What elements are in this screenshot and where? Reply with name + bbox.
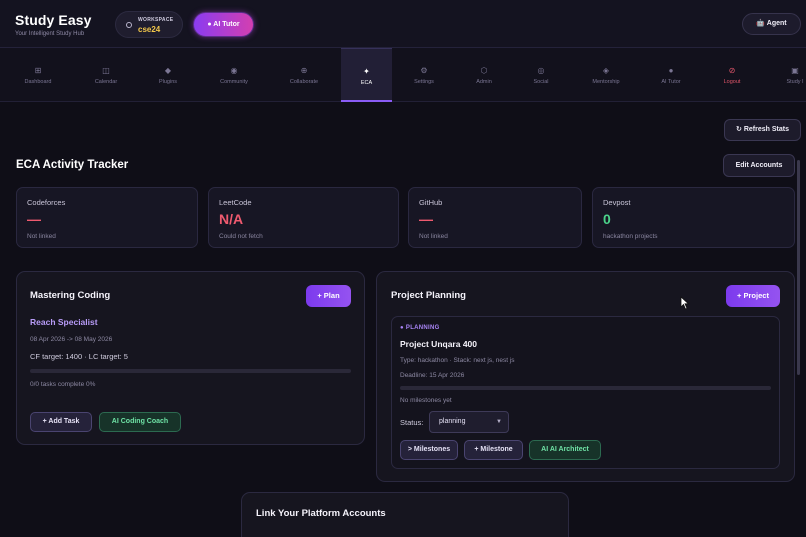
add-task-button[interactable]: + Add Task bbox=[30, 412, 92, 432]
stat-value: 0 bbox=[603, 211, 611, 227]
admin-icon: ⬡ bbox=[480, 66, 488, 75]
stat-card-github: GitHub — Not linked bbox=[408, 187, 582, 248]
tab-label: AI Tutor bbox=[661, 79, 681, 85]
stat-sub: Not linked bbox=[27, 233, 56, 240]
tab-label: Logout bbox=[723, 79, 741, 85]
ai-tutor-button[interactable]: ● AI Tutor bbox=[193, 12, 254, 37]
tab-community[interactable]: ◉ Community bbox=[208, 48, 260, 102]
link-accounts-panel: Link Your Platform Accounts bbox=[241, 492, 569, 537]
study-i-icon: ▣ bbox=[791, 66, 799, 75]
collaborate-icon: ⊕ bbox=[300, 66, 308, 75]
project-deadline: Deadline: 15 Apr 2026 bbox=[400, 372, 465, 379]
tab-label: Social bbox=[533, 79, 549, 85]
ai-architect-button[interactable]: AI AI Architect bbox=[529, 440, 601, 460]
ai-coding-coach-button[interactable]: AI Coding Coach bbox=[99, 412, 181, 432]
stat-value: — bbox=[419, 211, 433, 227]
tab-social[interactable]: ◎ Social bbox=[518, 48, 564, 102]
stat-name: LeetCode bbox=[219, 198, 252, 207]
page-title: ECA Activity Tracker bbox=[16, 159, 129, 171]
status-badge: ● PLANNING bbox=[400, 325, 440, 331]
project-meta: Type: hackathon · Stack: next js, nest j… bbox=[400, 357, 515, 364]
tab-logout[interactable]: ⊘ Logout bbox=[708, 48, 756, 102]
workspace-icon bbox=[126, 22, 132, 28]
tab-mentorship[interactable]: ◈ Mentorship bbox=[580, 48, 632, 102]
tab-label: Mentorship bbox=[592, 79, 620, 85]
scrollbar[interactable] bbox=[797, 160, 800, 375]
stat-name: GitHub bbox=[419, 198, 443, 207]
coding-progress-bar bbox=[30, 369, 351, 373]
tab-label: Dashboard bbox=[24, 79, 52, 85]
coding-targets: CF target: 1400 · LC target: 5 bbox=[30, 352, 128, 361]
tab-ai-tutor[interactable]: ● AI Tutor bbox=[647, 48, 695, 102]
main-nav: ⊞ Dashboard ◫ Calendar ◆ Plugins ◉ Community ⊕ Co… bbox=[0, 48, 806, 102]
stat-card-leetcode: LeetCode N/A Could not fetch bbox=[208, 187, 399, 248]
community-icon: ◉ bbox=[230, 66, 238, 75]
eca-icon: ✦ bbox=[363, 67, 370, 76]
tab-label: Collaborate bbox=[289, 79, 319, 85]
coding-progress-text: 0/0 tasks complete 0% bbox=[30, 381, 96, 388]
chevron-down-icon: ▼ bbox=[496, 419, 502, 425]
refresh-stats-button[interactable]: ↻ Refresh Stats bbox=[724, 119, 801, 141]
tab-label: Study I bbox=[786, 79, 804, 85]
tab-label: ECA bbox=[360, 80, 373, 86]
stat-card-codeforces: Codeforces — Not linked bbox=[16, 187, 198, 248]
mentorship-icon: ◈ bbox=[602, 66, 610, 75]
link-accounts-title: Link Your Platform Accounts bbox=[256, 508, 386, 519]
add-plan-button[interactable]: + Plan bbox=[306, 285, 351, 307]
brand-subtitle: Your Intelligent Study Hub bbox=[15, 31, 85, 37]
tab-plugins[interactable]: ◆ Plugins bbox=[146, 48, 190, 102]
tab-study-i[interactable]: ▣ Study I bbox=[775, 48, 806, 102]
tab-settings[interactable]: ⚙ Settings bbox=[400, 48, 448, 102]
tab-label: Calendar bbox=[94, 79, 118, 85]
stat-value: — bbox=[27, 211, 41, 227]
plugins-icon: ◆ bbox=[164, 66, 172, 75]
add-milestone-button[interactable]: + Milestone bbox=[464, 440, 523, 460]
add-project-button[interactable]: + Project bbox=[726, 285, 780, 307]
agent-button[interactable]: 🤖 Agent bbox=[742, 13, 801, 35]
tab-label: Admin bbox=[476, 79, 492, 85]
tab-eca[interactable]: ✦ ECA bbox=[341, 48, 392, 102]
milestones-text: No milestones yet bbox=[400, 397, 452, 404]
tab-collaborate[interactable]: ⊕ Collaborate bbox=[278, 48, 330, 102]
workspace-label: WORKSPACE bbox=[138, 17, 174, 23]
status-select-value: planning bbox=[439, 418, 466, 425]
settings-icon: ⚙ bbox=[420, 66, 428, 75]
milestones-toggle-button[interactable]: > Milestones bbox=[400, 440, 458, 460]
workspace-selector[interactable]: WORKSPACE cse24 bbox=[115, 11, 183, 38]
stat-sub: Could not fetch bbox=[219, 233, 263, 240]
ai-tutor-icon: ● bbox=[668, 66, 674, 75]
status-select[interactable]: planning ▼ bbox=[429, 411, 509, 433]
brand-title: Study Easy bbox=[15, 12, 92, 28]
tab-label: Plugins bbox=[158, 79, 178, 85]
edit-accounts-button[interactable]: Edit Accounts bbox=[723, 154, 795, 177]
stat-name: Codeforces bbox=[27, 198, 66, 207]
stat-sub: Not linked bbox=[419, 233, 448, 240]
stat-value: N/A bbox=[219, 211, 244, 227]
project-progress-bar bbox=[400, 386, 771, 390]
mouse-cursor-icon bbox=[680, 296, 690, 310]
tab-label: Settings bbox=[414, 79, 434, 85]
brand: Study Easy Your Intelligent Study Hub bbox=[15, 12, 91, 37]
stat-sub: hackathon projects bbox=[603, 233, 658, 240]
coding-dates: 08 Apr 2026 -> 08 May 2026 bbox=[30, 336, 113, 343]
top-header: Study Easy Your Intelligent Study Hub WO… bbox=[0, 0, 806, 48]
project-panel-title: Project Planning bbox=[391, 290, 466, 301]
stat-name: Devpost bbox=[603, 198, 631, 207]
logout-icon: ⊘ bbox=[728, 66, 736, 75]
workspace-value: cse24 bbox=[138, 25, 161, 34]
social-icon: ◎ bbox=[537, 66, 545, 75]
stat-card-devpost: Devpost 0 hackathon projects bbox=[592, 187, 795, 248]
dashboard-icon: ⊞ bbox=[34, 66, 42, 75]
tab-label: Community bbox=[220, 79, 248, 85]
tab-calendar[interactable]: ◫ Calendar bbox=[80, 48, 132, 102]
project-name: Project Unqara 400 bbox=[400, 339, 478, 349]
coding-goal: Reach Specialist bbox=[30, 317, 98, 327]
coding-panel-title: Mastering Coding bbox=[30, 290, 111, 301]
status-label: Status: bbox=[400, 418, 424, 427]
calendar-icon: ◫ bbox=[102, 66, 110, 75]
tab-dashboard[interactable]: ⊞ Dashboard bbox=[14, 48, 62, 102]
tab-admin[interactable]: ⬡ Admin bbox=[460, 48, 508, 102]
